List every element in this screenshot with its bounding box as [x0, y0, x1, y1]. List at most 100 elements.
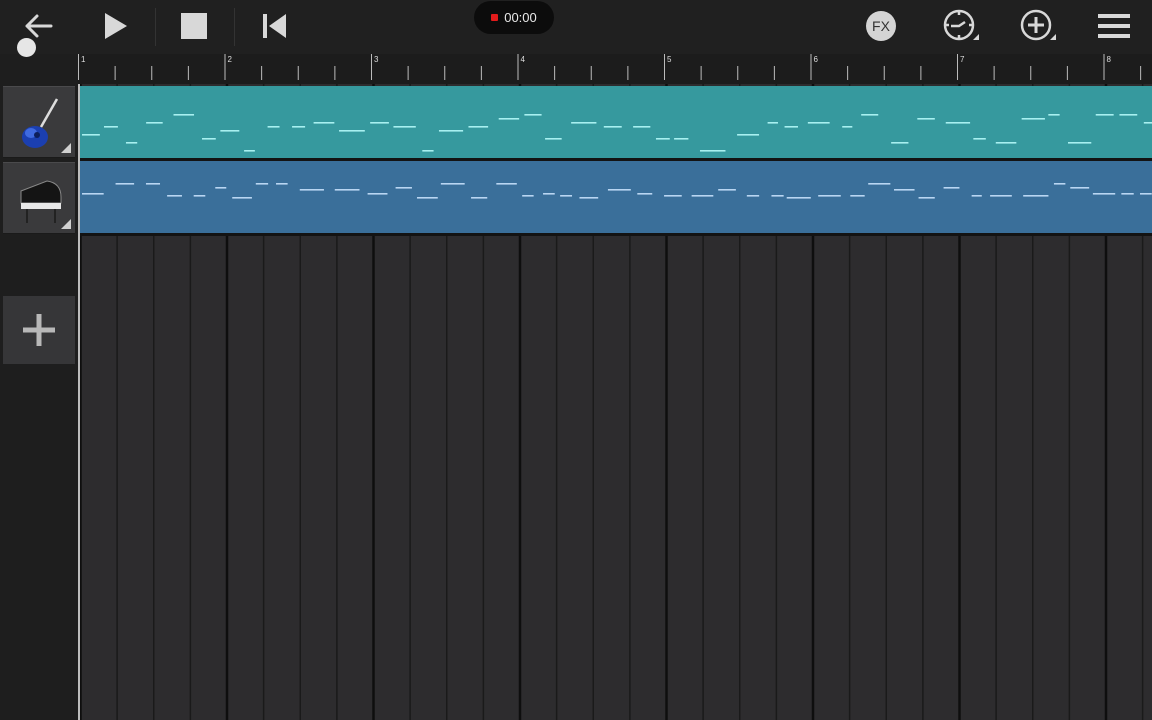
- midi-note: [1139, 193, 1152, 195]
- midi-note: [971, 195, 982, 197]
- menu-button[interactable]: [1092, 6, 1136, 46]
- midi-note: [868, 183, 891, 185]
- midi-note: [579, 197, 599, 199]
- midi-note: [1021, 118, 1045, 120]
- midi-note: [367, 193, 388, 195]
- track-options-icon[interactable]: [61, 219, 71, 229]
- midi-note: [438, 130, 464, 132]
- track-header-column: [0, 54, 78, 720]
- midi-note: [334, 189, 360, 191]
- piano-region[interactable]: [80, 161, 1152, 236]
- midi-note: [167, 195, 182, 197]
- master-volume-knob[interactable]: [17, 38, 36, 57]
- midi-note: [607, 189, 631, 191]
- midi-note: [220, 130, 240, 132]
- midi-note: [339, 130, 365, 132]
- midi-note: [215, 187, 227, 189]
- track-header-piano[interactable]: [3, 162, 75, 234]
- play-button[interactable]: [93, 6, 137, 46]
- midi-note: [146, 122, 163, 124]
- stop-icon: [181, 13, 207, 39]
- track-header-guitar[interactable]: [3, 86, 75, 158]
- midi-note: [202, 138, 216, 140]
- midi-note: [313, 122, 335, 124]
- midi-note: [104, 126, 118, 128]
- stop-button[interactable]: [172, 6, 216, 46]
- midi-note: [440, 183, 465, 185]
- ruler-bar-number: 3: [374, 55, 379, 64]
- add-track-button[interactable]: [3, 296, 75, 364]
- midi-note: [786, 197, 811, 199]
- midi-note: [990, 195, 1012, 197]
- midi-note: [545, 138, 562, 140]
- toolbar: 00:00 FX: [0, 0, 1152, 54]
- midi-note: [125, 142, 138, 144]
- ruler-bar-number: 2: [228, 55, 233, 64]
- midi-note: [543, 193, 555, 195]
- midi-note: [193, 195, 206, 197]
- track-options-icon[interactable]: [61, 143, 71, 153]
- recording-indicator-icon: [491, 14, 499, 21]
- midi-note: [746, 195, 760, 197]
- midi-note: [115, 183, 135, 185]
- midi-note: [1143, 122, 1152, 124]
- midi-note: [145, 183, 161, 185]
- midi-note: [818, 195, 841, 197]
- timeline-ruler[interactable]: 1 2 3 4 5 6 7 8: [78, 54, 1152, 84]
- midi-note: [299, 189, 324, 191]
- midi-note: [995, 142, 1017, 144]
- midi-note: [1070, 187, 1090, 189]
- midi-note: [699, 150, 726, 152]
- midi-note: [737, 134, 760, 136]
- midi-note: [691, 195, 714, 197]
- arrangement-area[interactable]: [78, 84, 1152, 720]
- midi-note: [82, 134, 100, 136]
- midi-note: [1092, 193, 1116, 195]
- midi-note: [560, 195, 573, 197]
- fx-button[interactable]: FX: [859, 6, 903, 46]
- midi-note: [82, 193, 104, 195]
- midi-note: [395, 187, 412, 189]
- plus-icon: [23, 314, 55, 346]
- midi-note: [945, 122, 971, 124]
- metronome-button[interactable]: [937, 6, 981, 46]
- midi-note: [771, 195, 784, 197]
- rewind-to-start-button[interactable]: [252, 6, 296, 46]
- midi-note: [244, 150, 255, 152]
- add-icon: [1020, 9, 1056, 41]
- ruler-bar-number: 1: [81, 55, 86, 64]
- midi-note: [842, 126, 853, 128]
- midi-note: [1048, 114, 1060, 116]
- midi-note: [522, 195, 534, 197]
- midi-note: [1119, 114, 1138, 116]
- midi-note: [468, 126, 489, 128]
- midi-note: [637, 193, 653, 195]
- midi-note: [173, 114, 195, 116]
- midi-note: [718, 189, 736, 191]
- play-icon: [105, 13, 127, 39]
- ruler-bar-number: 7: [960, 55, 965, 64]
- menu-icon: [1098, 14, 1130, 38]
- midi-note: [664, 195, 682, 197]
- toolbar-divider: [234, 8, 235, 46]
- recording-timer: 00:00: [474, 1, 554, 34]
- midi-note: [767, 122, 778, 124]
- ruler-bar-number: 5: [667, 55, 672, 64]
- ruler-bar-number: 4: [521, 55, 526, 64]
- midi-note: [422, 150, 434, 152]
- midi-note: [267, 126, 280, 128]
- toolbar-divider: [155, 8, 156, 46]
- guitar-region[interactable]: [80, 86, 1152, 161]
- midi-note: [1023, 195, 1049, 197]
- guitar-icon: [22, 98, 59, 148]
- midi-note: [416, 197, 438, 199]
- midi-note: [973, 138, 986, 140]
- midi-note: [1095, 114, 1114, 116]
- grand-piano-icon: [20, 180, 62, 223]
- midi-note: [943, 187, 960, 189]
- midi-note: [393, 126, 416, 128]
- midi-note: [917, 118, 935, 120]
- midi-note: [1121, 193, 1134, 195]
- add-button[interactable]: [1014, 6, 1058, 46]
- midi-note: [1053, 183, 1066, 185]
